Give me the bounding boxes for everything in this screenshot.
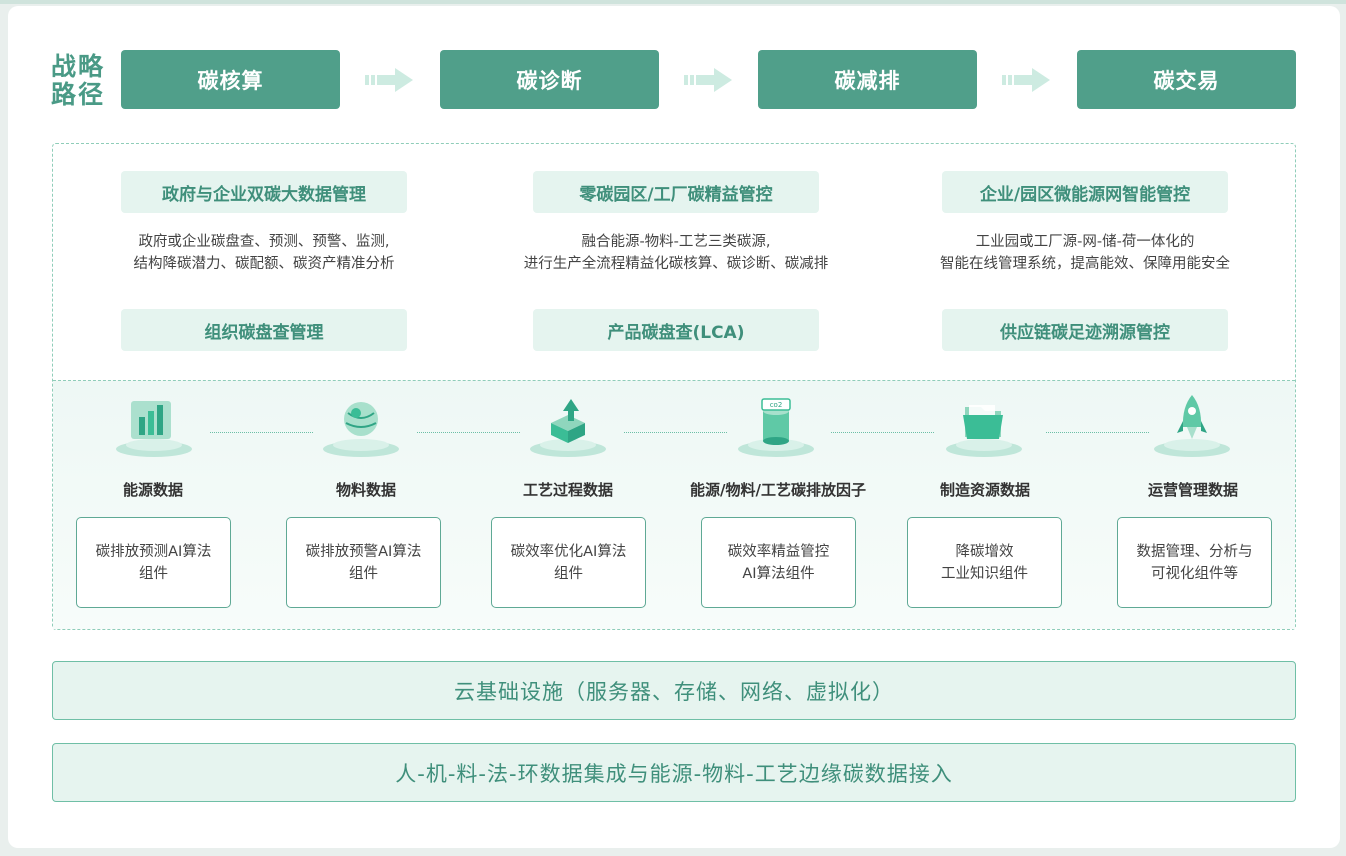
step-carbon-diagnosis: 碳诊断 bbox=[440, 50, 659, 109]
product-lca: 产品碳盘查(LCA) bbox=[533, 309, 819, 351]
arrow-right-icon bbox=[1002, 68, 1050, 92]
connector-line bbox=[210, 432, 313, 433]
strategy-label-line1: 战略 bbox=[51, 52, 106, 81]
data-source-operations: 运营管理数据 bbox=[1147, 481, 1238, 499]
product-supply-chain-footprint: 供应链碳足迹溯源管控 bbox=[942, 309, 1228, 351]
product-org-carbon-inventory: 组织碳盘查管理 bbox=[121, 309, 407, 351]
data-layer-band bbox=[53, 380, 1295, 629]
data-source-emission-factor: 能源/物料/工艺碳排放因子 bbox=[690, 481, 866, 499]
connector-line bbox=[1046, 432, 1149, 433]
co2-cylinder-icon: co2 bbox=[738, 398, 814, 457]
step-carbon-accounting: 碳核算 bbox=[121, 50, 340, 109]
component-efficiency-optimization: 碳效率优化AI算法 组件 bbox=[491, 517, 646, 608]
step-carbon-reduction: 碳减排 bbox=[758, 50, 977, 109]
solution-title-micro-energy-grid: 企业/园区微能源网智能管控 bbox=[942, 171, 1228, 213]
edge-data-access-bar: 人-机-料-法-环数据集成与能源-物料-工艺边缘碳数据接入 bbox=[52, 743, 1296, 802]
strategy-label: 战略 路径 bbox=[51, 53, 111, 109]
component-industrial-knowledge: 降碳增效 工业知识组件 bbox=[907, 517, 1062, 608]
solution-title-gov-enterprise: 政府与企业双碳大数据管理 bbox=[121, 171, 407, 213]
strategy-label-line2: 路径 bbox=[51, 80, 106, 109]
connector-line bbox=[624, 432, 727, 433]
arrow-up-cube-icon bbox=[530, 399, 606, 457]
data-source-process: 工艺过程数据 bbox=[522, 481, 613, 499]
data-source-energy: 能源数据 bbox=[122, 481, 183, 499]
component-data-visualization: 数据管理、分析与 可视化组件等 bbox=[1117, 517, 1272, 608]
solution-desc-micro-energy-grid: 工业园或工厂源-网-储-荷一体化的 智能在线管理系统，提高能效、保障用能安全 bbox=[940, 234, 1230, 272]
solution-desc-zero-carbon-park: 融合能源-物料-工艺三类碳源, 进行生产全流程精益化碳核算、碳诊断、碳减排 bbox=[523, 234, 829, 272]
bar-chart-icon bbox=[116, 401, 192, 457]
svg-text:co2: co2 bbox=[770, 401, 783, 409]
data-source-manufacturing: 制造资源数据 bbox=[939, 481, 1030, 499]
step-carbon-trading: 碳交易 bbox=[1077, 50, 1296, 109]
connector-line bbox=[417, 432, 520, 433]
cloud-infrastructure-bar: 云基础设施（服务器、存储、网络、虚拟化） bbox=[52, 661, 1296, 720]
arrow-right-icon bbox=[684, 68, 732, 92]
solution-title-zero-carbon-park: 零碳园区/工厂碳精益管控 bbox=[533, 171, 819, 213]
globe-icon bbox=[323, 402, 399, 457]
top-strip bbox=[0, 0, 1346, 4]
folder-icon bbox=[946, 405, 1022, 457]
component-emission-forecast: 碳排放预测AI算法 组件 bbox=[76, 517, 231, 608]
rocket-icon bbox=[1154, 395, 1230, 457]
connector-line bbox=[831, 432, 934, 433]
arrow-right-icon bbox=[365, 68, 413, 92]
data-source-material: 物料数据 bbox=[335, 481, 396, 499]
solution-desc-gov-enterprise: 政府或企业碳盘查、预测、预警、监测, 结构降碳潜力、碳配额、碳资产精准分析 bbox=[133, 234, 395, 272]
component-emission-warning: 碳排放预警AI算法 组件 bbox=[286, 517, 441, 608]
component-lean-control: 碳效率精益管控 AI算法组件 bbox=[701, 517, 856, 608]
